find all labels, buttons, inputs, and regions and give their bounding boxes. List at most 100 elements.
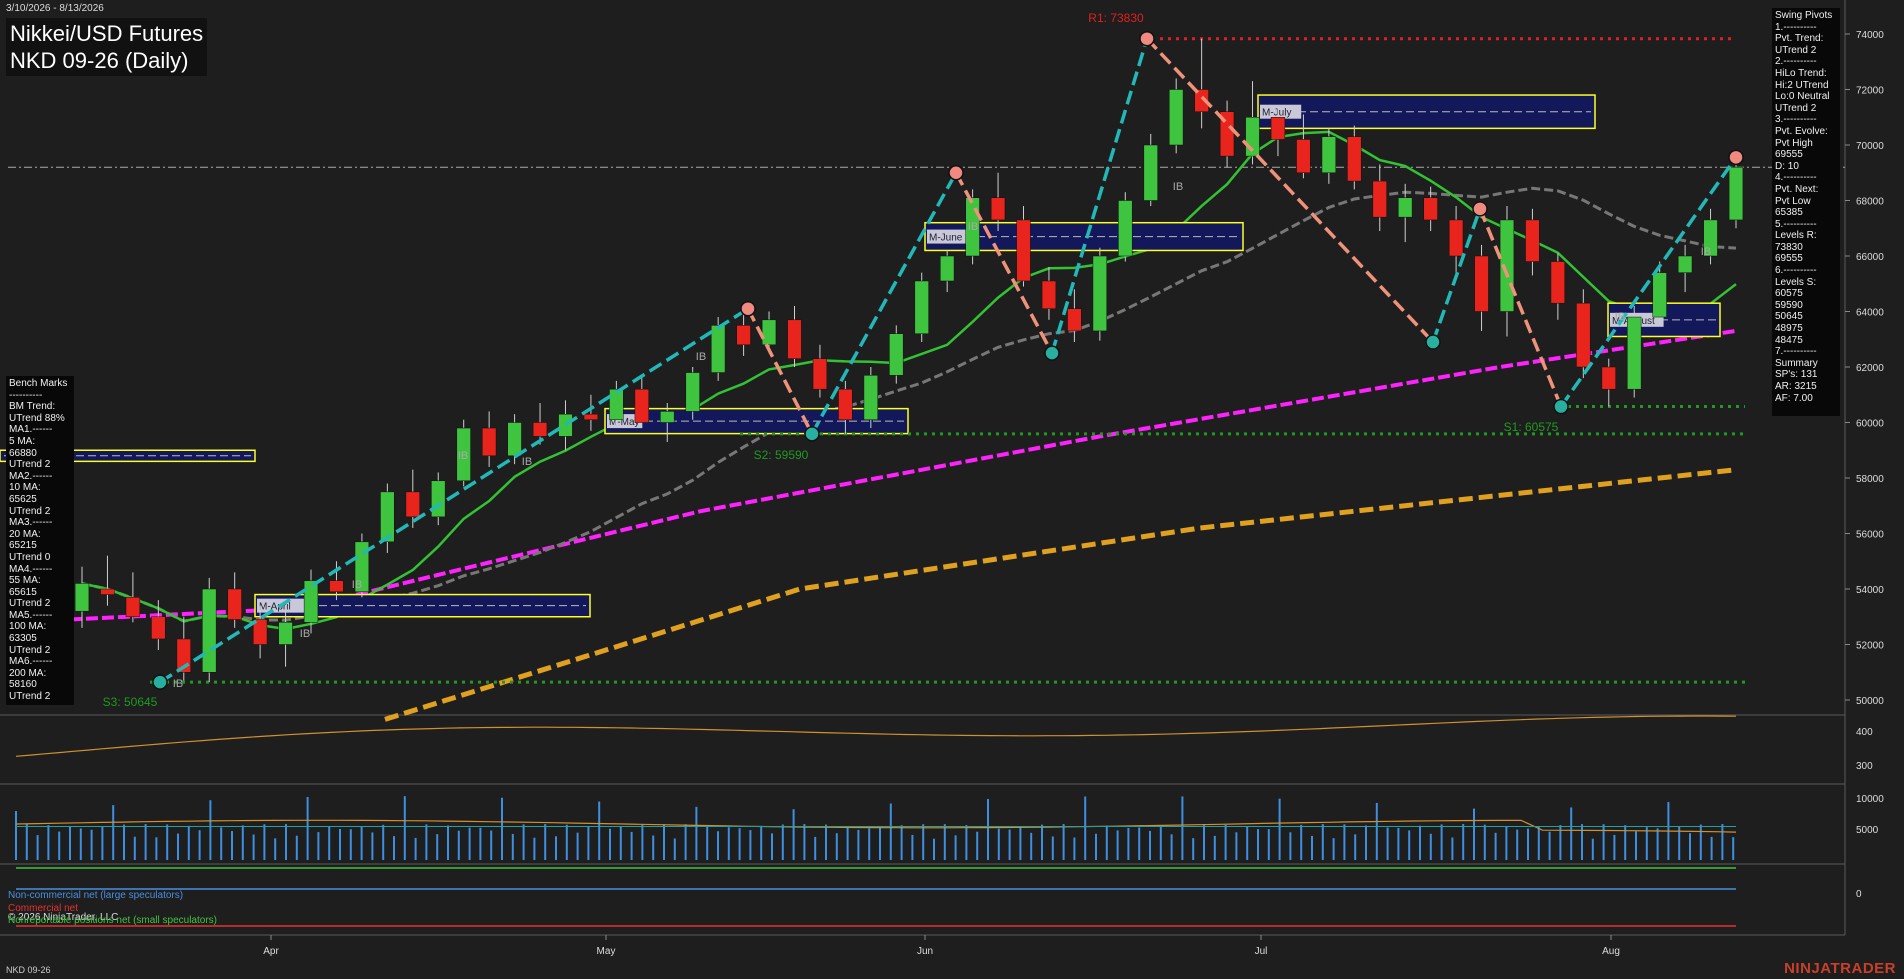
swing-high-marker [1728, 149, 1744, 166]
candle-body [1728, 166, 1744, 221]
inside-bar-label: IB [522, 456, 532, 468]
candle-body [431, 480, 446, 518]
benchmark-line: 65615 [9, 586, 37, 598]
swing-pivot-line: 48475 [1775, 334, 1803, 346]
candle-body [558, 413, 573, 437]
swing-high-marker [948, 165, 964, 181]
candle-body [1041, 280, 1057, 309]
sub1-tick-label: 300 [1856, 761, 1873, 772]
swing-pivot-line: 6.---------- [1775, 265, 1817, 277]
swing-pivot-line: SP's: 131 [1775, 369, 1818, 381]
y-tick-label: 64000 [1856, 308, 1884, 319]
volume-tick-label: 5000 [1856, 825, 1879, 836]
benchmark-line: ---------- [9, 389, 43, 401]
candle-body [1601, 366, 1616, 390]
candle-body [329, 580, 344, 593]
candle-body [405, 491, 420, 518]
sub1-tick-label: 400 [1856, 727, 1873, 738]
benchmark-line: 10 MA: [9, 482, 41, 494]
candle-body [202, 588, 217, 673]
y-tick-label: 74000 [1856, 30, 1884, 41]
y-tick-label: 66000 [1856, 252, 1884, 263]
benchmark-line: UTrend 2 [9, 505, 51, 517]
candle-body [1398, 197, 1413, 218]
candle-body [1169, 89, 1184, 146]
swing-pivot-line: 7.---------- [1775, 346, 1817, 358]
support-s2-label: S2: 59590 [754, 448, 809, 462]
swing-pivot-line: 60575 [1775, 288, 1803, 300]
benchmark-line: UTrend 2 [9, 598, 51, 610]
benchmark-line: 55 MA: [9, 575, 41, 587]
benchmark-line: 200 MA: [9, 667, 47, 679]
y-tick-label: 54000 [1856, 585, 1884, 596]
candle-body [507, 422, 522, 457]
candle-body [380, 491, 395, 543]
candle-body [736, 325, 751, 346]
swing-pivot-line: AF: 7.00 [1775, 392, 1813, 404]
candle-body [1474, 255, 1489, 312]
candle-body [1372, 180, 1387, 218]
candle-body [303, 580, 319, 623]
benchmark-line: MA3.------ [9, 517, 53, 529]
candle-body [787, 319, 802, 359]
benchmark-line: 65625 [9, 493, 37, 505]
x-tick-label: Apr [263, 946, 279, 957]
swing-pivot-line: Pvt. Evolve: [1775, 125, 1828, 137]
swing-pivot-line: Summary [1775, 357, 1818, 369]
candle-body [812, 358, 828, 390]
candle-body [1016, 219, 1031, 282]
candle-body [1143, 144, 1158, 201]
candle-body [1067, 308, 1082, 332]
swing-low-marker [1044, 345, 1060, 361]
candle-body [1627, 316, 1642, 390]
support-s3-label: S3: 50645 [103, 695, 158, 709]
swing-pivot-line: 50645 [1775, 311, 1803, 323]
y-tick-label: 50000 [1856, 696, 1884, 707]
swing-low-marker [1553, 398, 1569, 415]
swing-high-marker [1472, 201, 1488, 217]
candle-body [1092, 255, 1107, 332]
candle-body [660, 411, 675, 423]
chart-title: Nikkei/USD Futures NKD 09-26 (Daily) [6, 18, 208, 76]
volume-tick-label: 10000 [1856, 794, 1884, 805]
value-area-label: M-June [929, 233, 963, 244]
y-tick-label: 60000 [1856, 419, 1884, 430]
inside-bar-label: IB [173, 678, 183, 690]
swing-pivot-line: 4.---------- [1775, 172, 1817, 184]
title-contract: NKD 09-26 (Daily) [10, 48, 189, 73]
y-tick-label: 52000 [1856, 641, 1884, 652]
candle-body [100, 588, 115, 595]
title-instrument: Nikkei/USD Futures [10, 21, 204, 46]
inside-bar-label: IB [352, 579, 362, 591]
benchmark-line: 100 MA: [9, 621, 47, 633]
candle-body [278, 622, 293, 645]
benchmark-line: UTrend 2 [9, 644, 51, 656]
inside-bar-label: IB [1615, 311, 1625, 323]
candle-body [838, 388, 853, 420]
benchmark-line: 20 MA: [9, 528, 41, 540]
benchmark-line: 63305 [9, 633, 37, 645]
inside-bar-label: IB [300, 628, 310, 640]
candle-body [74, 583, 90, 612]
benchmark-line: BM Trend: [9, 401, 56, 413]
candle-body [583, 413, 599, 420]
candle-body [1525, 219, 1540, 262]
resistance-r1-label: R1: 73830 [1088, 11, 1144, 25]
swing-pivot-line: 48975 [1775, 323, 1803, 335]
candle-body [1448, 219, 1464, 257]
benchmark-line: UTrend 88% [9, 412, 65, 424]
candle-body [481, 427, 497, 457]
cot-tick-label: 0 [1856, 889, 1862, 900]
x-tick-label: Aug [1602, 946, 1620, 957]
date-range: 3/10/2026 - 8/13/2026 [6, 3, 104, 14]
benchmark-line: 66880 [9, 447, 37, 459]
swing-pivot-line: 69555 [1775, 149, 1803, 161]
support-s1-label: S1: 60575 [1504, 420, 1559, 434]
swing-pivot-line: Pvt Low [1775, 195, 1811, 207]
x-tick-label: Jul [1255, 946, 1268, 957]
swing-pivot-line: 3.---------- [1775, 114, 1817, 126]
candle-body [1347, 136, 1362, 182]
candle-body [889, 333, 904, 376]
swing-pivot-line: Hi:2 UTrend [1775, 79, 1829, 91]
candle-body [227, 588, 242, 620]
